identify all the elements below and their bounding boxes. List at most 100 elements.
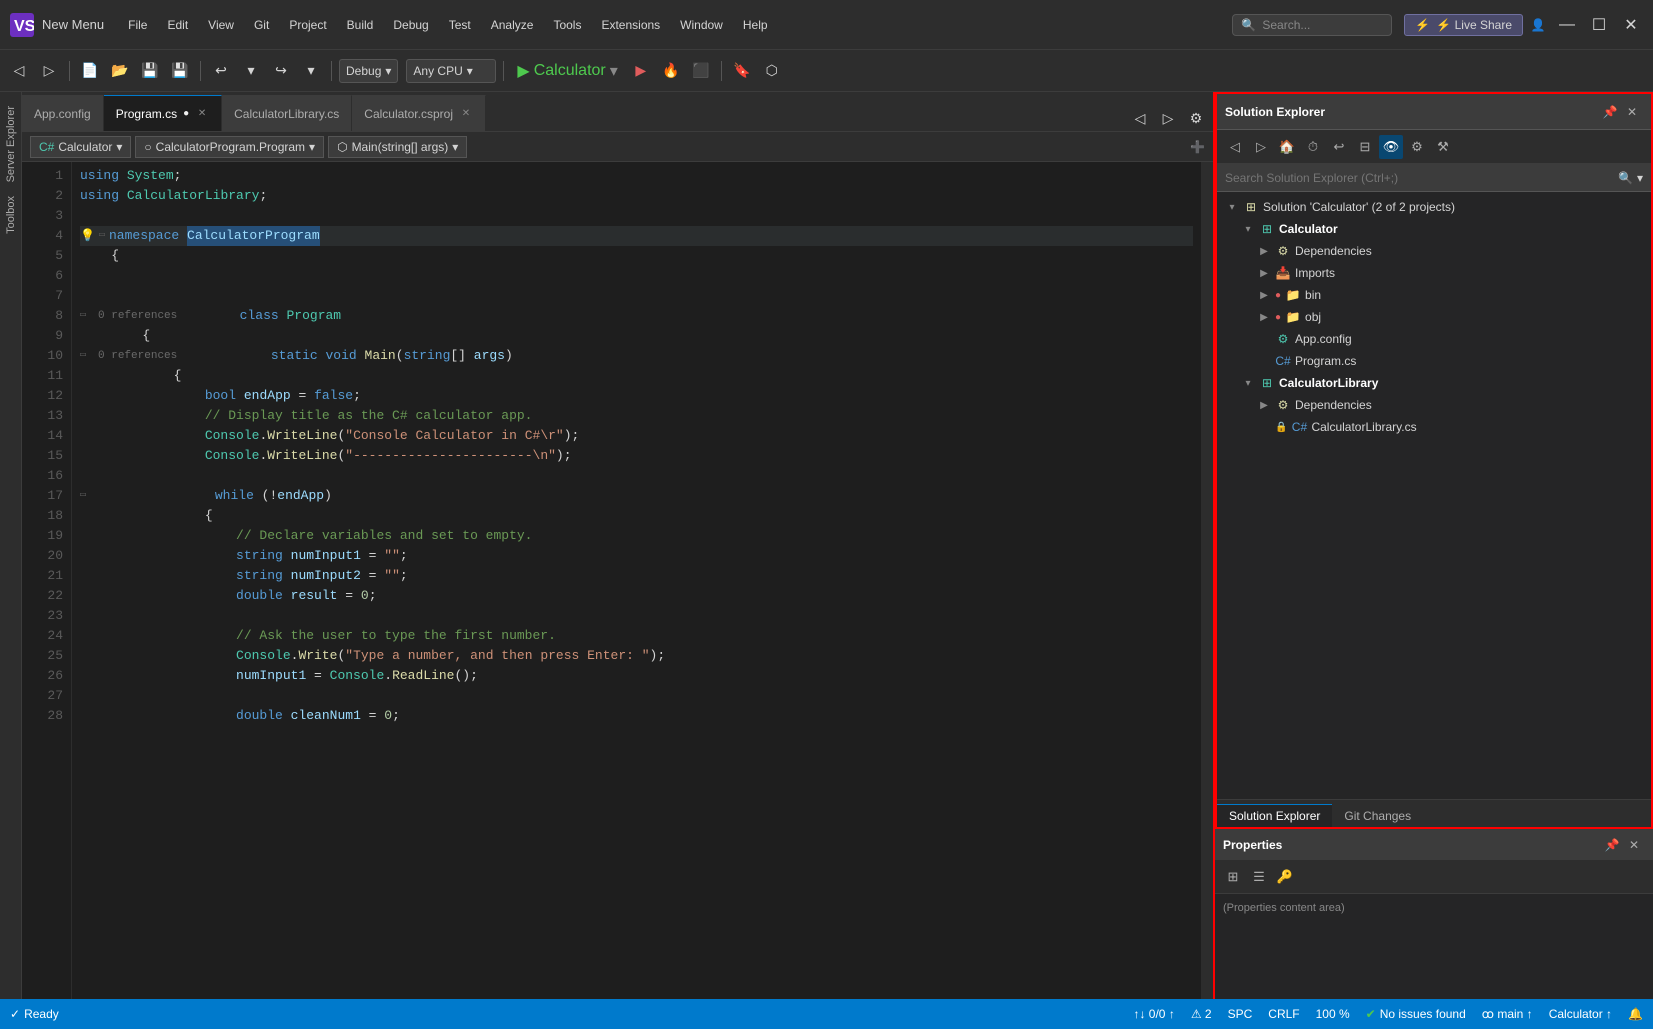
fold-marker-17[interactable]: ▭ <box>80 486 86 506</box>
se-tab-solution-explorer[interactable]: Solution Explorer <box>1217 804 1332 827</box>
status-notification[interactable]: 🔔 <box>1628 1007 1643 1021</box>
tree-item-obj[interactable]: ▶ ● 📁 obj <box>1217 306 1651 328</box>
tree-item-bin[interactable]: ▶ ● 📁 bin <box>1217 284 1651 306</box>
tree-item-app-config[interactable]: ⚙ App.config <box>1217 328 1651 350</box>
se-extra-button[interactable]: ⚒ <box>1431 135 1455 159</box>
open-button[interactable]: 📂 <box>107 58 133 84</box>
project-nav-dropdown[interactable]: C# Calculator ▾ <box>30 136 131 158</box>
lib-deps-expand[interactable]: ▶ <box>1257 398 1271 412</box>
tree-item-imports[interactable]: ▶ 📥 Imports <box>1217 262 1651 284</box>
tree-item-lib-dependencies[interactable]: ▶ ⚙ Dependencies <box>1217 394 1651 416</box>
nav-extra-btn[interactable]: ➕ <box>1190 140 1205 154</box>
se-back-button[interactable]: ◁ <box>1223 135 1247 159</box>
forward-button[interactable]: ▷ <box>36 58 62 84</box>
tree-item-calculator[interactable]: ▾ ⊞ Calculator <box>1217 218 1651 240</box>
run-target-button[interactable]: ▶ <box>628 58 654 84</box>
run-button[interactable]: ▶ Calculator ▾ <box>511 59 623 83</box>
calculator-expand-icon[interactable]: ▾ <box>1241 222 1255 236</box>
search-box[interactable]: 🔍 Search... <box>1232 14 1392 36</box>
menu-extensions[interactable]: Extensions <box>593 14 668 36</box>
new-file-button[interactable]: 📄 <box>77 58 103 84</box>
tab-calculatorlibrary-cs[interactable]: CalculatorLibrary.cs <box>222 95 352 131</box>
tab-scroll-right[interactable]: ▷ <box>1155 105 1181 131</box>
menu-test[interactable]: Test <box>441 14 479 36</box>
bin-expand-icon[interactable]: ▶ <box>1257 288 1271 302</box>
se-search-icon[interactable]: 🔍 <box>1618 171 1633 185</box>
menu-analyze[interactable]: Analyze <box>483 14 542 36</box>
maximize-button[interactable]: ☐ <box>1585 11 1613 39</box>
prop-list-btn[interactable]: ☰ <box>1247 865 1271 889</box>
se-forward-button[interactable]: ▷ <box>1249 135 1273 159</box>
prop-key-btn[interactable]: 🔑 <box>1273 865 1297 889</box>
menu-edit[interactable]: Edit <box>159 14 196 36</box>
menu-debug[interactable]: Debug <box>385 14 436 36</box>
bookmark-button[interactable]: 🔖 <box>729 58 755 84</box>
fold-marker-10[interactable]: ▭ <box>80 346 86 366</box>
se-settings-button[interactable]: ⚙ <box>1405 135 1429 159</box>
menu-help[interactable]: Help <box>735 14 776 36</box>
se-refresh-button[interactable]: ↩ <box>1327 135 1351 159</box>
redo-button[interactable]: ↪ <box>268 58 294 84</box>
close-button[interactable]: ✕ <box>1617 11 1645 39</box>
light-bulb-icon[interactable]: 💡 <box>80 226 95 246</box>
save-button[interactable]: 💾 <box>137 58 163 84</box>
minimize-button[interactable]: — <box>1553 11 1581 39</box>
menu-file[interactable]: File <box>120 14 155 36</box>
menu-git[interactable]: Git <box>246 14 277 36</box>
se-search-options-icon[interactable]: ▾ <box>1637 171 1643 185</box>
breakpoints-button[interactable]: ⬛ <box>688 58 714 84</box>
solution-expand-icon[interactable]: ▾ <box>1225 200 1239 214</box>
tree-item-solution[interactable]: ▾ ⊞ Solution 'Calculator' (2 of 2 projec… <box>1217 196 1651 218</box>
calculatorlibrary-expand-icon[interactable]: ▾ <box>1241 376 1255 390</box>
manage-connections-button[interactable]: 👤 <box>1527 14 1549 36</box>
prop-close-btn[interactable]: ✕ <box>1623 834 1645 856</box>
hot-reload-button[interactable]: 🔥 <box>658 58 684 84</box>
debug-mode-dropdown[interactable]: Debug ▾ <box>339 59 398 83</box>
namespace-nav-dropdown[interactable]: ○ CalculatorProgram.Program ▾ <box>135 136 324 158</box>
se-search-input[interactable] <box>1225 171 1614 185</box>
fold-marker-8[interactable]: ▭ <box>80 306 86 326</box>
tab-close-program-cs[interactable]: ✕ <box>195 107 209 121</box>
prop-pin-btn[interactable]: 📌 <box>1601 834 1623 856</box>
menu-build[interactable]: Build <box>339 14 382 36</box>
redo-dropdown[interactable]: ▾ <box>298 58 324 84</box>
se-tab-git-changes[interactable]: Git Changes <box>1332 804 1423 827</box>
live-share-button[interactable]: ⚡ ⚡ Live Share <box>1404 14 1523 36</box>
breakpoint-tool[interactable]: ⬡ <box>759 58 785 84</box>
platform-dropdown[interactable]: Any CPU ▾ <box>406 59 496 83</box>
se-collapse-button[interactable]: ⊟ <box>1353 135 1377 159</box>
vertical-scrollbar[interactable] <box>1201 162 1213 1029</box>
undo-dropdown[interactable]: ▾ <box>238 58 264 84</box>
menu-view[interactable]: View <box>200 14 242 36</box>
tab-scroll-left[interactable]: ◁ <box>1127 105 1153 131</box>
server-explorer-tab[interactable]: Server Explorer <box>3 100 19 188</box>
toolbox-tab[interactable]: Toolbox <box>3 190 19 240</box>
se-show-all-button[interactable]: 👁 <box>1379 135 1403 159</box>
prop-grid-btn[interactable]: ⊞ <box>1221 865 1245 889</box>
menu-window[interactable]: Window <box>672 14 731 36</box>
tab-calculator-csproj[interactable]: Calculator.csproj ✕ <box>352 95 486 131</box>
tree-item-calculatorlibrary-cs[interactable]: 🔒 C# CalculatorLibrary.cs <box>1217 416 1651 438</box>
tree-item-dependencies[interactable]: ▶ ⚙ Dependencies <box>1217 240 1651 262</box>
undo-button[interactable]: ↩ <box>208 58 234 84</box>
fold-marker-4[interactable]: ▭ <box>99 226 105 246</box>
tab-settings[interactable]: ⚙ <box>1183 105 1209 131</box>
obj-expand-icon[interactable]: ▶ <box>1257 310 1271 324</box>
se-close-button[interactable]: ✕ <box>1621 101 1643 123</box>
imports-expand-icon[interactable]: ▶ <box>1257 266 1271 280</box>
se-sync-button[interactable]: ⏱ <box>1301 135 1325 159</box>
tab-close-csproj[interactable]: ✕ <box>459 107 473 121</box>
tab-app-config[interactable]: App.config <box>22 95 104 131</box>
method-nav-dropdown[interactable]: ⬡ Main(string[] args) ▾ <box>328 136 467 158</box>
code-content[interactable]: using System; using CalculatorLibrary; 💡… <box>72 162 1201 1029</box>
se-home-button[interactable]: 🏠 <box>1275 135 1299 159</box>
back-button[interactable]: ◁ <box>6 58 32 84</box>
save-all-button[interactable]: 💾 <box>167 58 193 84</box>
tree-item-program-cs[interactable]: C# Program.cs <box>1217 350 1651 372</box>
tree-item-calculatorlibrary[interactable]: ▾ ⊞ CalculatorLibrary <box>1217 372 1651 394</box>
menu-tools[interactable]: Tools <box>545 14 589 36</box>
menu-project[interactable]: Project <box>281 14 334 36</box>
se-pin-button[interactable]: 📌 <box>1599 101 1621 123</box>
dependencies-expand-icon[interactable]: ▶ <box>1257 244 1271 258</box>
tab-program-cs[interactable]: Program.cs ● ✕ <box>104 95 222 131</box>
